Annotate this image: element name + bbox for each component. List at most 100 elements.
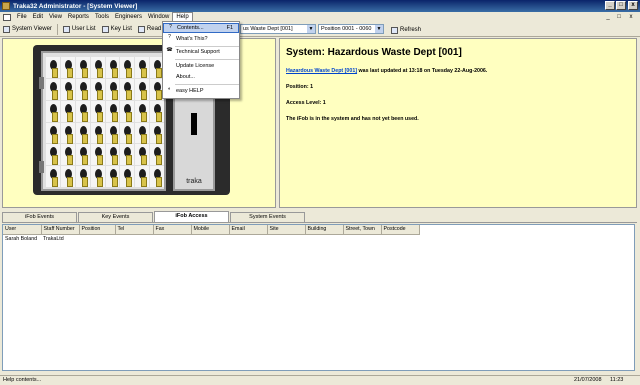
key-slot[interactable] <box>105 144 120 166</box>
key-slot[interactable] <box>75 78 90 100</box>
key-slot[interactable] <box>46 122 60 144</box>
chevron-down-icon[interactable]: ▼ <box>375 25 383 33</box>
mdi-close-button[interactable]: x <box>627 13 635 21</box>
system-menu-icon[interactable] <box>3 13 11 21</box>
key-slot[interactable] <box>75 57 90 78</box>
column-header[interactable]: Email <box>229 225 268 235</box>
system-viewer-label: System Viewer <box>12 26 52 32</box>
key-slot[interactable] <box>150 100 164 122</box>
key-slot[interactable] <box>105 166 120 187</box>
key-slot[interactable] <box>75 144 90 166</box>
column-header[interactable]: Mobile <box>191 225 230 235</box>
key-slot[interactable] <box>150 144 164 166</box>
key-slot[interactable] <box>90 78 105 100</box>
column-header[interactable]: Tel <box>115 225 154 235</box>
column-header[interactable]: Postcode <box>381 225 420 235</box>
key-list-button[interactable]: Key List <box>99 23 135 35</box>
key-slot[interactable] <box>120 166 135 187</box>
key-slot[interactable] <box>90 100 105 122</box>
help-contents-item[interactable]: ? Contents... F1 <box>163 23 239 33</box>
key-slot[interactable] <box>120 78 135 100</box>
update-license-item[interactable]: Update License <box>163 61 239 71</box>
system-link[interactable]: Hazardous Waste Dept [001] <box>286 68 357 74</box>
key-list-icon <box>101 25 109 33</box>
key-slot[interactable] <box>60 144 75 166</box>
table-row[interactable]: Sarah Boland TrakaLtd <box>3 234 419 243</box>
key-slot[interactable] <box>90 122 105 144</box>
key-slot[interactable] <box>90 144 105 166</box>
key-slot[interactable] <box>60 57 75 78</box>
key-slot[interactable] <box>75 122 90 144</box>
key-slot[interactable] <box>60 100 75 122</box>
key-slot[interactable] <box>135 100 150 122</box>
column-header[interactable]: Building <box>305 225 344 235</box>
access-level-text: Access Level: 1 <box>286 100 326 106</box>
mdi-restore-button[interactable]: □ <box>615 13 623 21</box>
key-slot[interactable] <box>105 78 120 100</box>
minimize-button[interactable]: _ <box>605 1 615 10</box>
menu-engineers[interactable]: Engineers <box>112 12 145 22</box>
menu-view[interactable]: View <box>46 12 65 22</box>
close-button[interactable]: x <box>628 1 638 10</box>
key-slot[interactable] <box>105 100 120 122</box>
tab-ifob-events[interactable]: iFob Events <box>2 212 77 222</box>
key-slot[interactable] <box>60 122 75 144</box>
menu-edit[interactable]: Edit <box>30 12 46 22</box>
key-slot[interactable] <box>46 57 60 78</box>
key-slot[interactable] <box>60 78 75 100</box>
menu-file[interactable]: File <box>14 12 30 22</box>
key-slot[interactable] <box>150 166 164 187</box>
table-cell <box>229 234 267 243</box>
key-slot[interactable] <box>120 100 135 122</box>
technical-support-item[interactable]: ☎ Technical Support <box>163 47 239 57</box>
key-slot[interactable] <box>90 166 105 187</box>
key-slot[interactable] <box>105 57 120 78</box>
key-slot[interactable] <box>150 122 164 144</box>
tab-system-events[interactable]: System Events <box>230 212 305 222</box>
menu-tools[interactable]: Tools <box>92 12 112 22</box>
key-slot[interactable] <box>60 166 75 187</box>
key-slot[interactable] <box>135 166 150 187</box>
key-slot[interactable] <box>135 122 150 144</box>
key-slot[interactable] <box>120 122 135 144</box>
system-select[interactable]: us Waste Dept [001] ▼ <box>240 24 316 34</box>
about-item[interactable]: About... <box>163 72 239 82</box>
key-slot[interactable] <box>46 78 60 100</box>
key-slot[interactable] <box>120 57 135 78</box>
position-select[interactable]: Position 0001 - 0060 ▼ <box>318 24 384 34</box>
tab-ifob-access[interactable]: iFob Access <box>154 211 229 222</box>
column-header[interactable]: Staff Number <box>41 225 80 235</box>
chevron-down-icon[interactable]: ▼ <box>307 25 315 33</box>
last-updated-suffix: was last updated at 13:18 on Tuesday 22-… <box>357 68 488 74</box>
system-viewer-button[interactable]: System Viewer <box>0 23 55 35</box>
column-header[interactable]: Position <box>79 225 116 235</box>
easy-help-item[interactable]: ◐ easy HELP <box>163 86 239 96</box>
key-slot[interactable] <box>46 166 60 187</box>
refresh-label: Refresh <box>400 27 422 33</box>
user-list-button[interactable]: User List <box>60 23 99 35</box>
technical-support-label: Technical Support <box>176 49 220 55</box>
position-select-value: Position 0001 - 0060 <box>321 26 372 32</box>
column-header[interactable]: User <box>3 225 42 235</box>
menu-reports[interactable]: Reports <box>65 12 92 22</box>
key-slot[interactable] <box>46 100 60 122</box>
column-header[interactable]: Street, Town <box>343 225 382 235</box>
key-slot[interactable] <box>135 78 150 100</box>
column-header[interactable]: Fax <box>153 225 192 235</box>
key-slot[interactable] <box>105 122 120 144</box>
table-cell <box>267 234 305 243</box>
maximize-button[interactable]: □ <box>616 1 626 10</box>
tab-key-events[interactable]: Key Events <box>78 212 153 222</box>
whats-this-item[interactable]: ? What's This? <box>163 34 239 44</box>
key-slot[interactable] <box>135 57 150 78</box>
key-slot[interactable] <box>75 100 90 122</box>
key-slot[interactable] <box>46 144 60 166</box>
key-slot[interactable] <box>135 144 150 166</box>
refresh-button[interactable]: Refresh <box>388 24 424 36</box>
key-slot[interactable] <box>90 57 105 78</box>
mdi-minimize-button[interactable]: _ <box>604 13 612 21</box>
column-header[interactable]: Site <box>267 225 306 235</box>
table-cell <box>191 234 229 243</box>
key-slot[interactable] <box>75 166 90 187</box>
key-slot[interactable] <box>120 144 135 166</box>
